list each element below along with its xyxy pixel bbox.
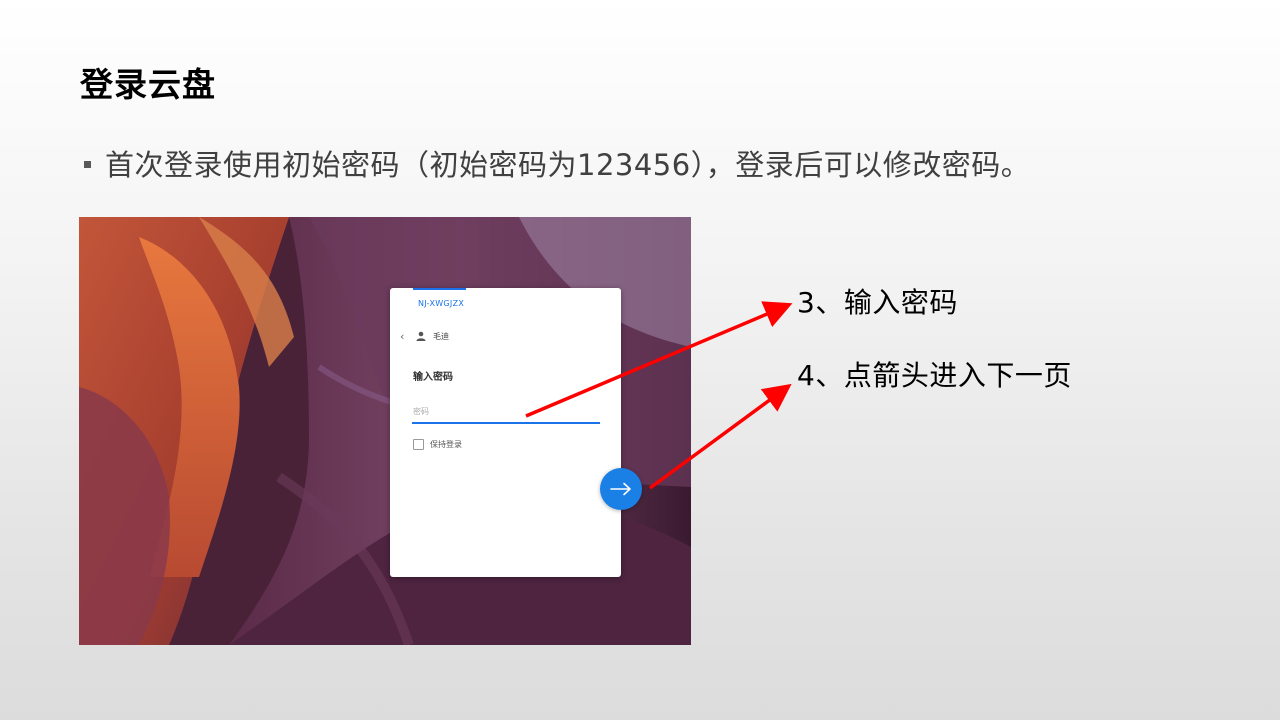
- card-heading: 输入密码: [413, 372, 453, 383]
- bullet-marker: [84, 160, 91, 168]
- slide-title: 登录云盘: [80, 65, 216, 104]
- step4-annotation: 4、点箭头进入下一页: [797, 359, 1072, 392]
- bullet-item: 首次登录使用初始密码（初始密码为123456），登录后可以修改密码。: [84, 142, 1030, 184]
- next-button[interactable]: [600, 468, 642, 510]
- keep-login-option[interactable]: 保持登录: [413, 439, 462, 450]
- login-card: NJ-XWGJZX ‹ 毛迪 输入密码 保持登录: [390, 288, 621, 577]
- tab-indicator: [413, 288, 466, 290]
- tenant-tab[interactable]: NJ-XWGJZX: [418, 299, 464, 308]
- person-icon: [416, 331, 426, 341]
- chevron-left-icon[interactable]: ‹: [400, 330, 404, 343]
- user-name: 毛迪: [433, 332, 449, 341]
- step3-annotation: 3、输入密码: [797, 286, 958, 319]
- password-input[interactable]: [412, 400, 600, 424]
- login-screenshot: NJ-XWGJZX ‹ 毛迪 输入密码 保持登录: [79, 217, 691, 645]
- keep-login-checkbox[interactable]: [413, 439, 424, 450]
- bullet-text: 首次登录使用初始密码（初始密码为123456），登录后可以修改密码。: [105, 148, 1031, 182]
- keep-login-label: 保持登录: [430, 440, 462, 449]
- arrow-right-icon: [610, 482, 631, 496]
